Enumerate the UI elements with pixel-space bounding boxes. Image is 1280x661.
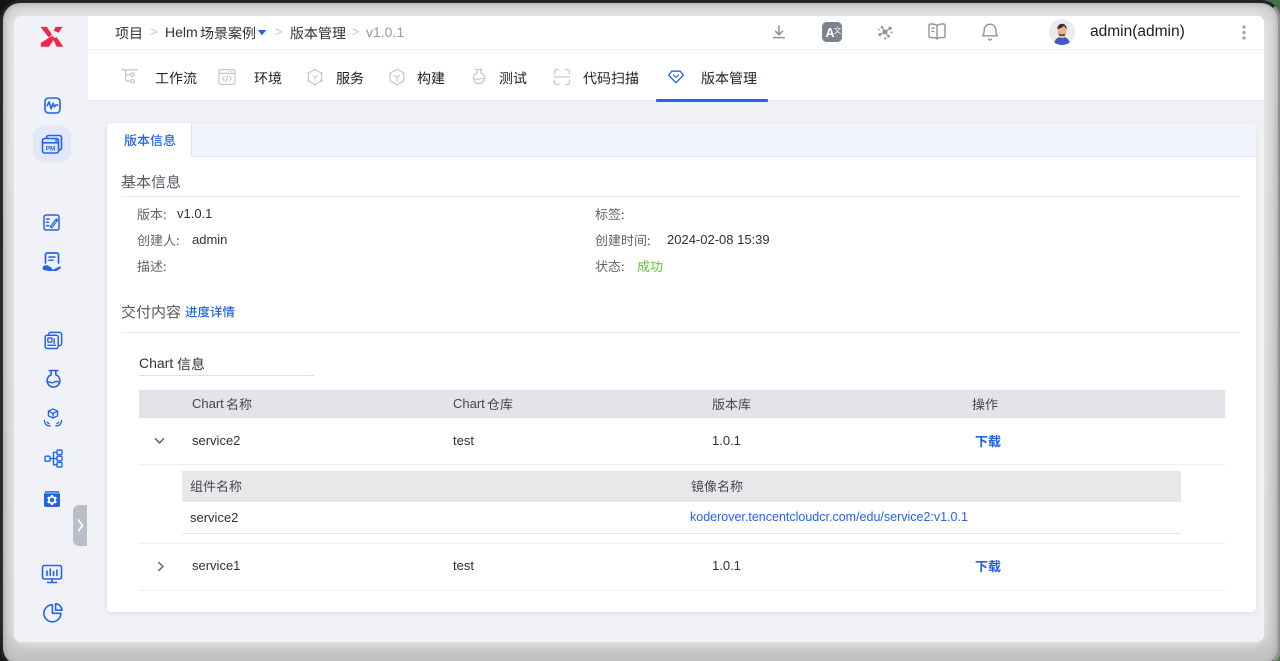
svg-text:A: A (825, 26, 834, 40)
svg-text:PM: PM (45, 145, 55, 152)
